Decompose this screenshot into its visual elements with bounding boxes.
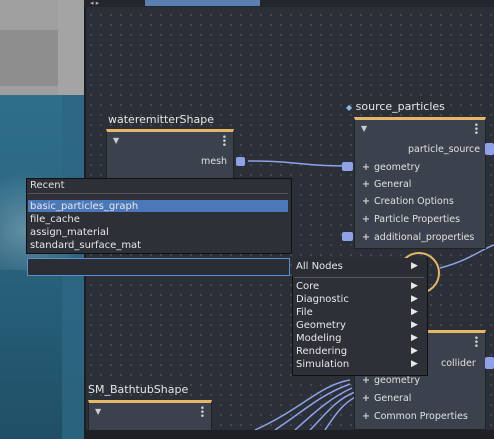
all-nodes-label[interactable]: All Nodes xyxy=(296,261,343,272)
menu-item-simulation[interactable]: Simulation xyxy=(296,359,349,370)
node-menu-icon[interactable]: • • • xyxy=(200,405,205,422)
recent-item[interactable]: assign_material xyxy=(30,227,109,238)
attribute-particle-properties[interactable]: + Particle Properties xyxy=(362,214,460,225)
node-bathtub[interactable]: ▼ • • • xyxy=(88,400,212,432)
input-port-geometry[interactable] xyxy=(342,162,353,171)
divider xyxy=(28,193,288,194)
output-port-collider[interactable] xyxy=(485,357,494,369)
input-port-additional-properties[interactable] xyxy=(342,232,353,241)
collapse-icon[interactable]: ▼ xyxy=(95,407,101,416)
toolbar-buttons[interactable]: ◂ ▸ xyxy=(90,0,130,7)
menu-item-modeling[interactable]: Modeling xyxy=(296,333,342,344)
attribute-additional-properties[interactable]: + additional_properties xyxy=(362,232,474,243)
recent-item[interactable]: basic_particles_graph xyxy=(30,201,138,212)
node-menu-icon[interactable]: • • • xyxy=(222,134,227,151)
collapse-icon[interactable]: ▼ xyxy=(361,124,367,133)
collapse-icon[interactable]: ▼ xyxy=(113,136,119,145)
menu-item-diagnostic[interactable]: Diagnostic xyxy=(296,294,349,305)
node-title-wateremitter: wateremitterShape xyxy=(108,113,214,126)
node-wateremitter[interactable]: ▼ • • • xyxy=(106,129,234,179)
attribute-creation-options[interactable]: + Creation Options xyxy=(362,196,454,207)
attribute-common-properties[interactable]: + Common Properties xyxy=(362,411,468,422)
node-menu-icon[interactable]: • • • xyxy=(474,335,479,352)
output-port-particle-source[interactable] xyxy=(485,143,494,155)
output-label-collider: collider xyxy=(441,358,476,369)
node-title-bathtub: SM_BathtubShape xyxy=(88,383,189,396)
attribute-general[interactable]: + General xyxy=(362,393,411,404)
selected-diamond-icon: ◆ xyxy=(346,103,353,112)
submenu-arrow-icon: ▶ xyxy=(411,346,418,356)
attribute-general[interactable]: + General xyxy=(362,179,411,190)
recent-item[interactable]: standard_surface_mat xyxy=(30,240,141,251)
timeline-ruler[interactable] xyxy=(84,430,494,439)
menu-item-core[interactable]: Core xyxy=(296,281,319,292)
output-label-mesh: mesh xyxy=(201,156,228,167)
attribute-geometry[interactable]: + geometry xyxy=(362,375,420,386)
divider xyxy=(294,277,424,278)
submenu-arrow-icon: ▶ xyxy=(411,261,418,271)
submenu-arrow-icon: ▶ xyxy=(411,359,418,369)
node-title-source-particles: ◆ source_particles xyxy=(346,100,445,113)
graph-tab[interactable] xyxy=(145,0,260,6)
menu-item-file[interactable]: File xyxy=(296,307,313,318)
recent-title: Recent xyxy=(30,180,65,191)
submenu-arrow-icon: ▶ xyxy=(411,333,418,343)
submenu-arrow-icon: ▶ xyxy=(411,307,418,317)
recent-item[interactable]: file_cache xyxy=(30,214,80,225)
node-menu-icon[interactable]: • • • xyxy=(474,122,479,139)
menu-item-rendering[interactable]: Rendering xyxy=(296,346,347,357)
viewport-object xyxy=(58,0,84,95)
menu-item-geometry[interactable]: Geometry xyxy=(296,320,346,331)
submenu-arrow-icon: ▶ xyxy=(411,320,418,330)
output-label-particle-source: particle_source xyxy=(408,144,481,155)
submenu-arrow-icon: ▶ xyxy=(411,294,418,304)
viewport-object xyxy=(0,30,58,86)
attribute-geometry[interactable]: + geometry xyxy=(362,162,420,173)
node-search-input[interactable] xyxy=(27,258,290,276)
submenu-arrow-icon: ▶ xyxy=(411,281,418,291)
output-port-mesh[interactable] xyxy=(236,157,245,166)
